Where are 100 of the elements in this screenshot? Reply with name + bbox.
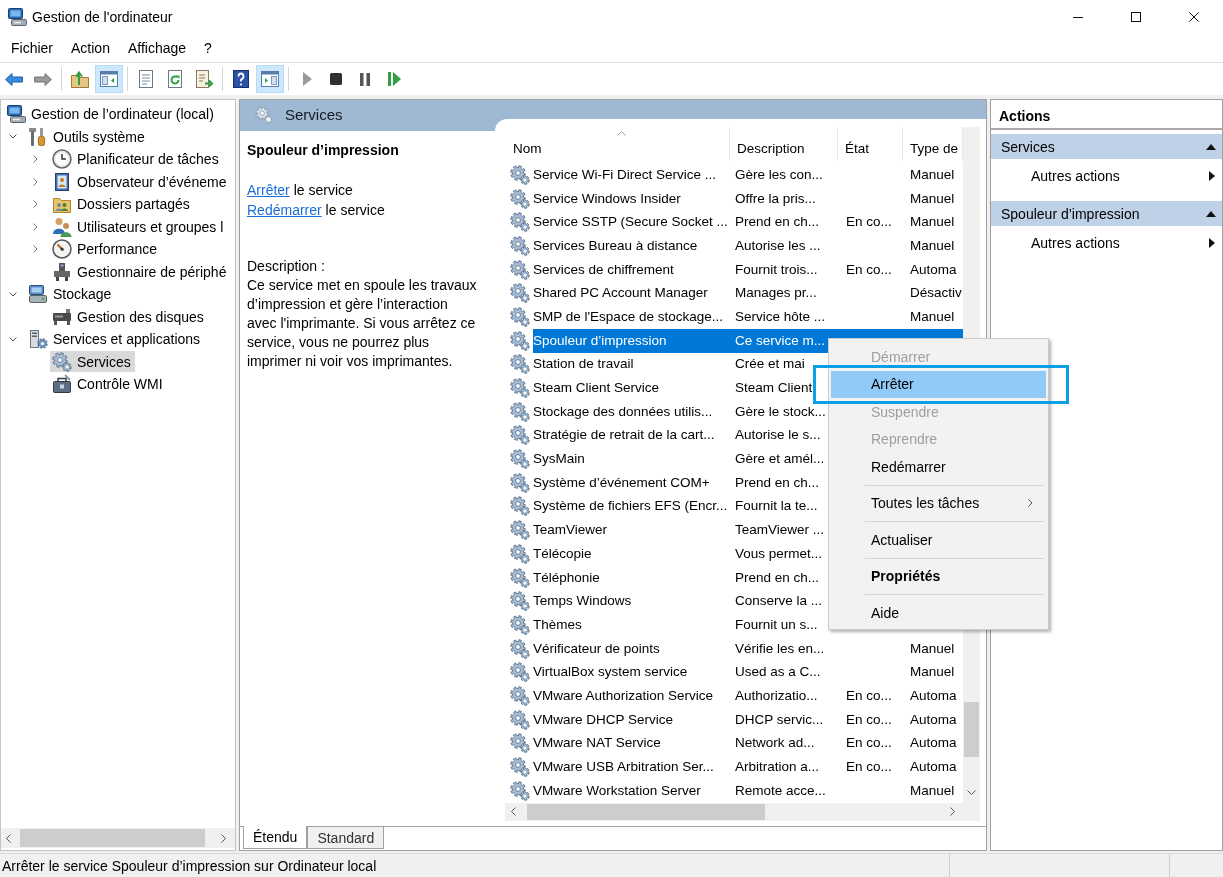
pane-toggle-button[interactable] [256,65,284,93]
table-cell[interactable]: SMP de l'Espace de stockage... [533,308,723,324]
gears-icon [510,449,530,470]
table-cell: Prend en ch... [735,569,820,585]
table-cell[interactable]: VMware USB Arbitration Ser... [533,759,714,775]
table-cell[interactable]: Téléphonie [533,569,600,585]
table-cell[interactable]: Services Bureau à distance [533,237,698,253]
scrollbar-thumb[interactable] [964,702,979,757]
table-cell[interactable]: Stockage des données utilis... [533,403,713,419]
chevron-right-icon[interactable] [33,245,38,254]
chevron-down-icon[interactable] [967,789,976,795]
triangle-up-icon[interactable] [1206,210,1216,217]
table-cell: Automa [910,687,957,703]
tree-item[interactable]: Services [50,351,135,373]
view-tab[interactable]: Standard [307,827,385,849]
table-cell[interactable]: Station de travail [533,356,634,372]
table-cell[interactable]: TeamViewer [533,522,608,538]
table-cell: Vous permet... [735,545,823,561]
table-cell: Gère le stock... [735,403,826,419]
tools-icon [28,126,48,147]
table-cell: Prend en ch... [735,214,820,230]
column-header[interactable]: Description [730,127,838,161]
table-cell[interactable]: VMware NAT Service [533,735,661,751]
scrollbar-thumb[interactable] [527,803,765,820]
table-cell[interactable]: Système d’événement COM+ [533,474,710,490]
scrollbar-thumb[interactable] [20,829,205,847]
table-cell[interactable]: Temps Windows [533,593,632,609]
chevron-down-icon[interactable] [9,134,17,140]
section-header[interactable]: Spouleur d’impression [991,201,1222,226]
column-header[interactable]: État [838,127,903,161]
tree-toggle-button[interactable] [95,65,123,93]
chevron-right-icon[interactable] [33,177,38,186]
chevron-right-icon[interactable] [33,200,38,209]
table-cell: Automa [910,735,957,751]
description-label: Description : [247,257,325,276]
clock-icon [52,149,72,170]
table-cell[interactable]: VMware Authorization Service [533,687,714,703]
menu-item[interactable]: Toutes les tâches [871,496,1033,511]
menu-bar-item[interactable]: Affichage [118,34,196,62]
table-cell[interactable]: Service Windows Insider [533,190,681,206]
menu-bar-item[interactable]: ? [195,34,221,62]
table-cell[interactable]: Thèmes [533,616,582,632]
table-cell[interactable]: Système de fichiers EFS (Encr... [533,498,728,514]
gears-icon [510,401,530,422]
gears-icon [510,709,530,730]
table-cell: Désactiv [910,285,962,301]
table-cell[interactable]: SysMain [533,451,585,467]
menu-item[interactable]: Actualiser [871,532,1033,547]
action-item[interactable]: Autres actions [991,159,1222,193]
table-cell: Manuel [910,237,955,253]
action-item[interactable]: Autres actions [991,226,1222,260]
book-icon [52,171,72,192]
table-cell: Automa [910,711,957,727]
table-cell[interactable]: Vérificateur de points [533,640,660,656]
chevron-left-icon[interactable] [511,807,516,817]
chevron-right-icon[interactable] [221,833,226,843]
table-cell[interactable]: Service Wi-Fi Direct Service ... [533,166,717,182]
chevron-left-icon[interactable] [6,833,11,843]
triangle-up-icon[interactable] [1206,143,1216,150]
action-link[interactable]: Redémarrer [247,202,322,218]
chevron-down-icon[interactable] [9,291,17,297]
detail-heading: Spouleur d’impression [247,141,399,160]
table-cell: Arbitration a... [735,759,820,775]
gears-icon [510,591,530,612]
menu-item[interactable]: Aide [871,605,1033,620]
table-cell: Manuel [910,782,955,798]
chevron-right-icon[interactable] [33,155,38,164]
column-header[interactable]: Nom [505,127,730,161]
gears-icon [510,306,530,327]
view-tab[interactable]: Étendu [243,826,308,849]
table-cell: En co... [846,261,892,277]
table-cell[interactable]: Shared PC Account Manager [533,285,708,301]
snapin-title: Services [285,106,343,124]
gears-icon [510,638,530,659]
menu-bar-item[interactable]: Fichier [2,34,62,62]
table-cell[interactable]: VirtualBox system service [533,664,688,680]
table-cell[interactable]: Service SSTP (Secure Socket ... [533,214,728,230]
table-cell[interactable]: Stratégie de retrait de la cart... [533,427,715,443]
section-header[interactable]: Services [991,134,1222,159]
chevron-right-icon[interactable] [950,807,955,817]
gears-icon [510,543,530,564]
menu-bar-item[interactable]: Action [62,34,119,62]
gears-icon [52,351,72,372]
table-cell[interactable]: Télécopie [533,545,592,561]
chevron-down-icon[interactable] [9,336,17,342]
action-link[interactable]: Arrêter [247,182,290,198]
table-cell: Gère les con... [735,166,823,182]
description-text: Ce service met en spoule les travaux d’impression et gère l’interaction avec l'imprimante. Si vous arrêtez ce service, vous ne pourrez plus imprimer ni voir vos imprimantes. [247,276,478,371]
table-cell[interactable]: VMware Workstation Server [533,782,701,798]
table-cell: Manuel [910,664,955,680]
computer-icon [6,104,26,125]
table-cell: Fournit trois... [735,261,818,277]
table-cell[interactable]: VMware DHCP Service [533,711,674,727]
chevron-right-icon[interactable] [33,222,38,231]
table-cell[interactable]: Spouleur d’impression [533,332,667,348]
menu-item[interactable]: Propriétés [871,569,1033,584]
table-cell[interactable]: Services de chiffrement [533,261,674,277]
table-cell[interactable]: Steam Client Service [533,380,660,396]
menu-item[interactable]: Redémarrer [871,459,1033,474]
gears-icon [510,354,530,375]
